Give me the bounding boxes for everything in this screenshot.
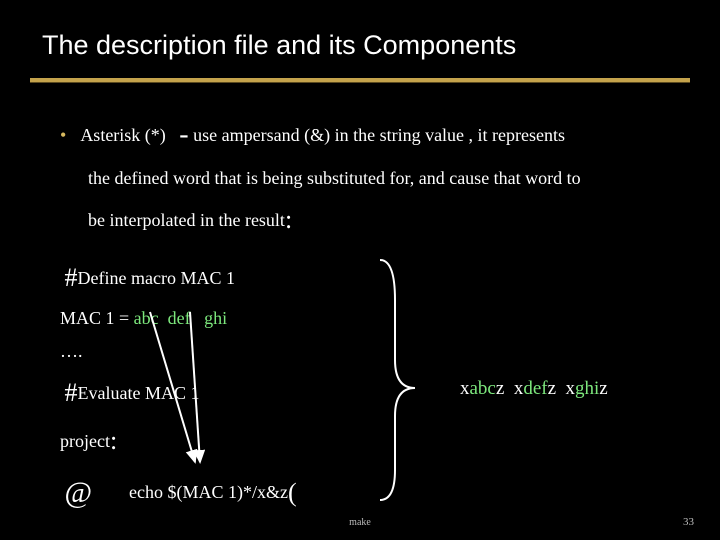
r1-g: abc xyxy=(470,378,496,399)
body-text: •Asterisk (*) - use ampersand (&) in the… xyxy=(60,108,680,245)
r2-x: x xyxy=(514,378,524,399)
slide-title: The description file and its Components xyxy=(42,30,516,61)
r2-g: def xyxy=(523,378,547,399)
echo-line: @ echo $(MAC 1)*/x&z( xyxy=(60,465,297,521)
r2-z: z xyxy=(548,378,556,399)
bullet-colon: : xyxy=(285,205,292,234)
tok-abc: abc xyxy=(134,308,159,328)
result-text: xabcz xdefz xghiz xyxy=(460,378,608,400)
project-label: project xyxy=(60,431,110,451)
title-underline xyxy=(30,78,690,83)
r3-z: z xyxy=(599,378,607,399)
hash-define: # xyxy=(65,263,78,292)
footer-center: make xyxy=(0,517,720,528)
assign-pre: MAC 1 = xyxy=(60,308,134,328)
code-block: #Define macro MAC 1 MAC 1 = abc def ghi … xyxy=(60,254,297,520)
slide: The description file and its Components … xyxy=(0,0,720,540)
dash: - xyxy=(179,119,188,150)
r1-z: z xyxy=(496,378,504,399)
assign-line: MAC 1 = abc def ghi xyxy=(60,302,297,335)
bullet-line-2: the defined word that is being substitut… xyxy=(60,161,581,195)
bullet-rest-1: use ampersand (&) in the string value , … xyxy=(193,125,565,145)
bullet-lead: Asterisk (*) xyxy=(80,125,165,145)
r1-x: x xyxy=(460,378,470,399)
define-text: Define macro MAC 1 xyxy=(78,268,235,288)
at-sign: @ xyxy=(65,465,125,521)
bullet-icon: • xyxy=(60,125,80,145)
evaluate-text: Evaluate MAC 1 xyxy=(78,383,200,403)
project-line: project: xyxy=(60,417,297,465)
r3-g: ghi xyxy=(575,378,599,399)
project-colon: : xyxy=(110,426,117,455)
echo-text: echo $(MAC 1)*/x&z xyxy=(129,482,288,502)
echo-paren: ( xyxy=(288,478,297,507)
hash-evaluate: # xyxy=(65,378,78,407)
evaluate-line: #Evaluate MAC 1 xyxy=(60,369,297,417)
bullet-line-3: be interpolated in the result xyxy=(60,210,285,230)
tok-ghi: ghi xyxy=(204,308,227,328)
dots-line: …. xyxy=(60,335,297,368)
tok-def: def xyxy=(168,308,191,328)
r3-x: x xyxy=(566,378,576,399)
page-number: 33 xyxy=(683,516,694,528)
define-line: #Define macro MAC 1 xyxy=(60,254,297,302)
